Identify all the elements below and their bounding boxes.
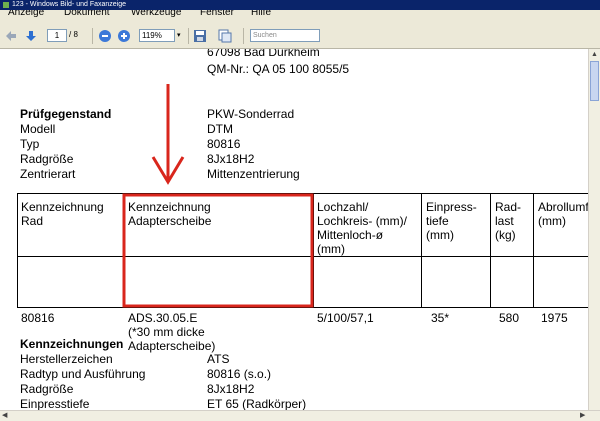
kennzeichnungen-heading: Kennzeichnungen	[20, 337, 124, 351]
kenn-label: Radtyp und Ausführung	[20, 367, 146, 381]
app-icon	[3, 2, 9, 8]
scroll-left-icon[interactable]: ◀	[2, 411, 7, 420]
kenn-value: ATS	[207, 352, 230, 366]
toolbar: 1 / 8 119% ▾ Suchen	[0, 23, 600, 49]
zoom-select[interactable]: 119%	[139, 29, 175, 42]
previous-page-icon[interactable]	[4, 29, 18, 43]
document-page: 67098 Bad Dürkheim QM-Nr.: QA 05 100 805…	[0, 49, 588, 410]
window-title: 123 - Windows Bild- und Faxanzeige	[12, 1, 127, 8]
page-number-input[interactable]: 1	[47, 29, 67, 42]
horizontal-scrollbar[interactable]: ◀ ▶	[0, 410, 600, 421]
kenn-label: Einpresstiefe	[20, 397, 90, 410]
toolbar-separator	[243, 28, 244, 44]
zoom-out-icon[interactable]	[98, 29, 112, 43]
title-bar: 123 - Windows Bild- und Faxanzeige	[0, 0, 600, 10]
vertical-scrollbar[interactable]: ▲	[588, 49, 600, 410]
search-input[interactable]: Suchen	[250, 29, 320, 42]
kenn-value: 8Jx18H2	[207, 382, 255, 396]
kenn-label: Radgröße	[20, 382, 74, 396]
save-icon[interactable]	[193, 29, 207, 43]
menu-werkzeuge[interactable]: Werkzeuge	[131, 10, 181, 19]
copy-icon[interactable]	[218, 29, 232, 43]
scroll-up-icon[interactable]: ▲	[591, 50, 598, 59]
menu-anzeige[interactable]: Anzeige	[8, 10, 44, 19]
toolbar-separator	[188, 28, 189, 44]
zoom-in-icon[interactable]	[117, 29, 131, 43]
red-arrow-icon	[151, 84, 185, 185]
chevron-down-icon[interactable]: ▾	[177, 31, 181, 39]
next-page-icon[interactable]	[24, 29, 38, 43]
menu-hilfe[interactable]: Hilfe	[251, 10, 271, 19]
kenn-value: ET 65 (Radkörper)	[207, 397, 307, 410]
menu-fenster[interactable]: Fenster	[200, 10, 234, 19]
menu-dokument[interactable]: Dokument	[64, 10, 110, 19]
red-highlight-box	[122, 193, 314, 308]
scroll-thumb[interactable]	[590, 61, 599, 101]
scroll-right-icon[interactable]: ▶	[580, 411, 585, 420]
kenn-label: Herstellerzeichen	[20, 352, 113, 366]
kenn-value: 80816 (s.o.)	[207, 367, 272, 381]
toolbar-separator	[92, 28, 93, 44]
menu-bar: Anzeige Dokument Werkzeuge Fenster Hilfe	[0, 10, 600, 23]
page-total: / 8	[69, 30, 78, 39]
